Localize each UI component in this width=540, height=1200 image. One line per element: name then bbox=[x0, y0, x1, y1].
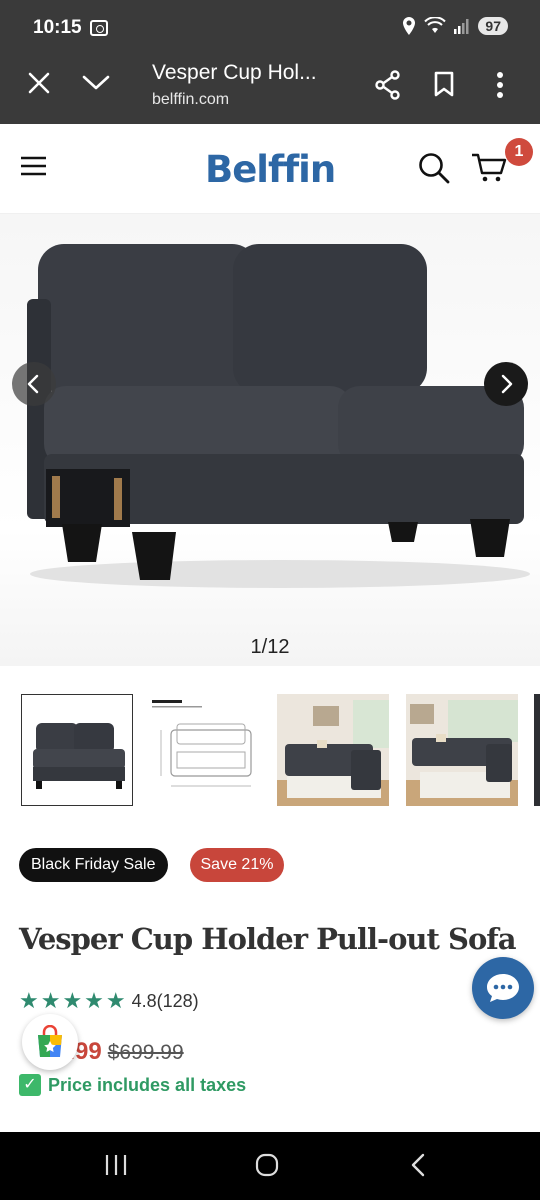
thumbnail-strip bbox=[0, 694, 540, 808]
room-scene-image bbox=[277, 694, 389, 806]
android-nav-bar bbox=[0, 1132, 540, 1200]
thumbnail-5[interactable] bbox=[534, 694, 540, 806]
chevron-left-icon bbox=[27, 374, 39, 394]
cart-count-badge: 1 bbox=[505, 138, 533, 166]
room-scene-image-2 bbox=[406, 694, 518, 806]
price-original: $699.99 bbox=[107, 1041, 184, 1064]
cart-icon[interactable] bbox=[471, 152, 507, 184]
bookmark-icon[interactable] bbox=[434, 71, 454, 97]
more-options-icon[interactable] bbox=[496, 72, 504, 98]
rating-value: 4.8(128) bbox=[131, 990, 199, 1011]
product-rating[interactable]: ★★★★★ 4.8(128) bbox=[19, 988, 199, 1014]
status-time: 10:15 bbox=[33, 17, 82, 38]
location-icon bbox=[403, 17, 416, 35]
share-icon[interactable] bbox=[374, 70, 402, 100]
wifi-icon bbox=[424, 17, 447, 33]
status-icons: 97 bbox=[402, 17, 508, 35]
browser-toolbar: Vesper Cup Hol... belffin.com bbox=[0, 50, 540, 124]
status-bar: 10:15 97 bbox=[0, 0, 540, 50]
signal-icon bbox=[454, 19, 469, 34]
recent-apps-icon[interactable] bbox=[105, 1154, 127, 1176]
shopping-bag-icon bbox=[38, 1025, 62, 1057]
home-icon[interactable] bbox=[255, 1153, 279, 1177]
thumbnail-sofa-image bbox=[22, 695, 132, 805]
carousel-next-button[interactable] bbox=[484, 362, 528, 406]
thumbnail-4[interactable] bbox=[406, 694, 518, 806]
brand-logo[interactable]: Belffin bbox=[205, 148, 336, 191]
page-title: Vesper Cup Hol... bbox=[152, 61, 317, 84]
promo-badges: Black Friday Sale Save 21% bbox=[19, 848, 285, 882]
tax-note-text: Price includes all taxes bbox=[48, 1074, 247, 1095]
tax-note: ✓ Price includes all taxes bbox=[19, 1074, 246, 1096]
google-play-shopping-button[interactable] bbox=[22, 1014, 78, 1070]
page-url[interactable]: belffin.com bbox=[152, 91, 229, 109]
thumbnail-1[interactable] bbox=[21, 694, 133, 806]
save-percent-badge: Save 21% bbox=[189, 848, 285, 882]
battery-indicator: 97 bbox=[478, 17, 508, 35]
product-gallery: 1/12 bbox=[0, 214, 540, 666]
screenshot-icon bbox=[90, 20, 108, 36]
close-icon[interactable] bbox=[28, 72, 50, 94]
chat-button[interactable] bbox=[472, 957, 534, 1019]
chevron-right-icon bbox=[501, 374, 513, 394]
chat-bubble-icon bbox=[487, 974, 519, 1002]
thumbnail-2[interactable] bbox=[149, 694, 261, 806]
black-friday-badge: Black Friday Sale bbox=[19, 848, 168, 882]
dimensions-diagram-icon bbox=[149, 694, 261, 806]
search-icon[interactable] bbox=[418, 152, 450, 184]
hamburger-menu-icon[interactable] bbox=[21, 156, 46, 176]
checkmark-icon: ✓ bbox=[19, 1074, 41, 1096]
site-header: Belffin 1 bbox=[0, 124, 540, 214]
star-rating-icon: ★★★★★ bbox=[19, 988, 128, 1013]
product-title: Vesper Cup Holder Pull-out Sofa bbox=[19, 922, 517, 956]
back-icon[interactable] bbox=[410, 1153, 426, 1177]
thumbnail-3[interactable] bbox=[277, 694, 389, 806]
gallery-counter: 1/12 bbox=[250, 636, 290, 658]
carousel-prev-button[interactable] bbox=[12, 362, 56, 406]
sofa-image bbox=[27, 244, 530, 588]
chevron-down-icon[interactable] bbox=[82, 75, 110, 91]
